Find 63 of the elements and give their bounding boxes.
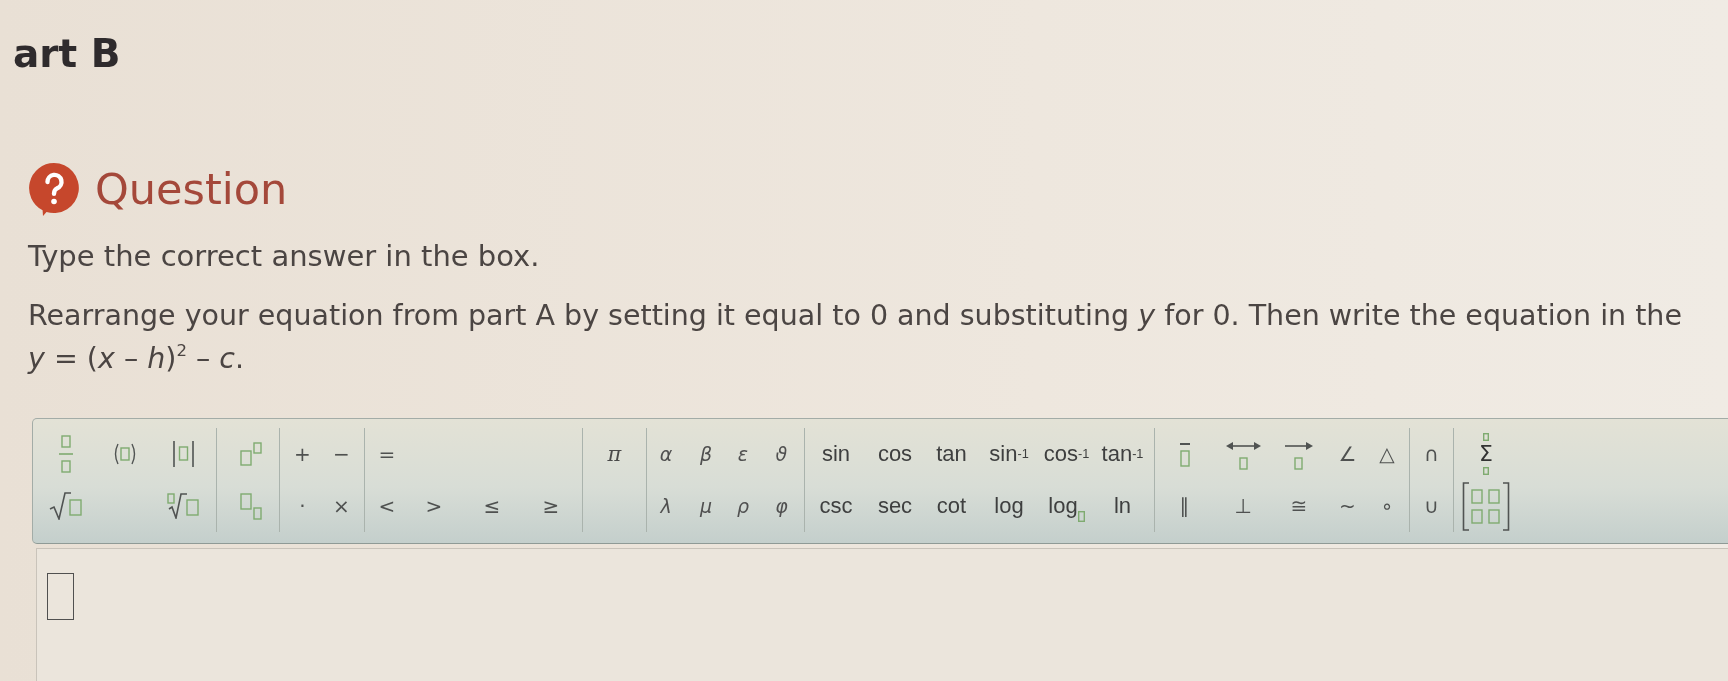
matrix-icon [1462, 481, 1510, 531]
symbol-button[interactable]: △ [1377, 443, 1397, 465]
symbol-button[interactable]: ∠ [1336, 443, 1359, 465]
square-root-button[interactable] [48, 492, 84, 520]
nth-root-button[interactable] [166, 493, 201, 519]
function-button[interactable]: cot [935, 494, 968, 518]
matrix-button[interactable] [1462, 481, 1510, 531]
part-title: art B [13, 31, 121, 77]
function-button[interactable]: tan [935, 442, 968, 466]
greek-letter-button[interactable]: φ [773, 495, 790, 517]
log-base-button[interactable]: log [1047, 494, 1086, 518]
prompt-text: Rearrange your equation from part A by setting it equal to 0 and substituting y for 0. Then write the equation in the [28, 298, 1682, 334]
function-button[interactable]: log [993, 494, 1025, 518]
summation-button[interactable]: Σ [1479, 433, 1493, 475]
function-button[interactable]: sec [876, 494, 914, 518]
symbol-button[interactable]: ≅ [1288, 495, 1310, 517]
greek-letter-button[interactable]: λ [658, 495, 674, 517]
symbol-button[interactable]: ∥ [1177, 495, 1192, 517]
symbol-button[interactable]: < [376, 495, 398, 517]
function-button[interactable]: csc [818, 494, 854, 518]
overline-button[interactable] [1178, 441, 1191, 467]
overline-icon [1178, 441, 1191, 467]
symbol-button[interactable]: + [292, 443, 313, 465]
greek-letter-button[interactable]: ϑ [773, 443, 790, 465]
symbol-button[interactable]: = [376, 443, 398, 465]
greek-letter-button[interactable]: ε [735, 443, 751, 465]
empty-slot-icon [47, 573, 74, 620]
symbol-button[interactable]: ~ [1337, 495, 1358, 517]
empty-slot-icon [1483, 467, 1489, 475]
instruction-text: Type the correct answer in the box. [28, 238, 540, 275]
function-button[interactable]: tan$^{-1}$ [1100, 442, 1145, 466]
symbol-button[interactable]: ≤ [481, 495, 503, 517]
constant-button[interactable]: π [605, 442, 624, 466]
function-button[interactable]: ln [1112, 494, 1133, 518]
symbol-button[interactable]: ∩ [1422, 443, 1441, 465]
symbol-button[interactable]: > [423, 495, 445, 517]
function-button[interactable]: sin$^{-1}$ [988, 442, 1030, 466]
square-root-icon [48, 492, 84, 520]
absolute-value-icon [172, 440, 195, 468]
greek-letter-button[interactable]: α [657, 443, 675, 465]
function-button[interactable]: cos$^{-1}$ [1042, 442, 1091, 466]
symbol-button[interactable]: ⊥ [1232, 495, 1254, 517]
question-icon [26, 161, 82, 217]
fraction-icon [58, 435, 74, 473]
superscript-icon [239, 442, 262, 466]
prompt-text: y = (x – h)$^{2}$ – c. [28, 339, 245, 377]
symbol-button[interactable]: − [331, 443, 352, 465]
symbol-button[interactable]: · [297, 495, 308, 517]
function-button[interactable]: sin [820, 442, 852, 466]
greek-letter-button[interactable]: ρ [734, 495, 752, 517]
symbol-button[interactable]: ∘ [1378, 495, 1396, 517]
symbol-button[interactable]: ∪ [1422, 495, 1441, 517]
empty-slot-icon [1483, 433, 1489, 441]
absolute-value-button[interactable] [172, 440, 195, 468]
empty-slot-icon [1077, 511, 1085, 522]
greek-letter-button[interactable]: β [697, 443, 715, 465]
function-button[interactable]: cos [876, 442, 914, 466]
question-heading: Question [95, 163, 288, 216]
symbol-button[interactable]: × [331, 495, 352, 517]
subscript-icon [239, 492, 262, 520]
greek-letter-button[interactable]: μ [697, 495, 715, 517]
nth-root-icon [166, 493, 201, 519]
symbol-button[interactable]: ≥ [540, 495, 562, 517]
